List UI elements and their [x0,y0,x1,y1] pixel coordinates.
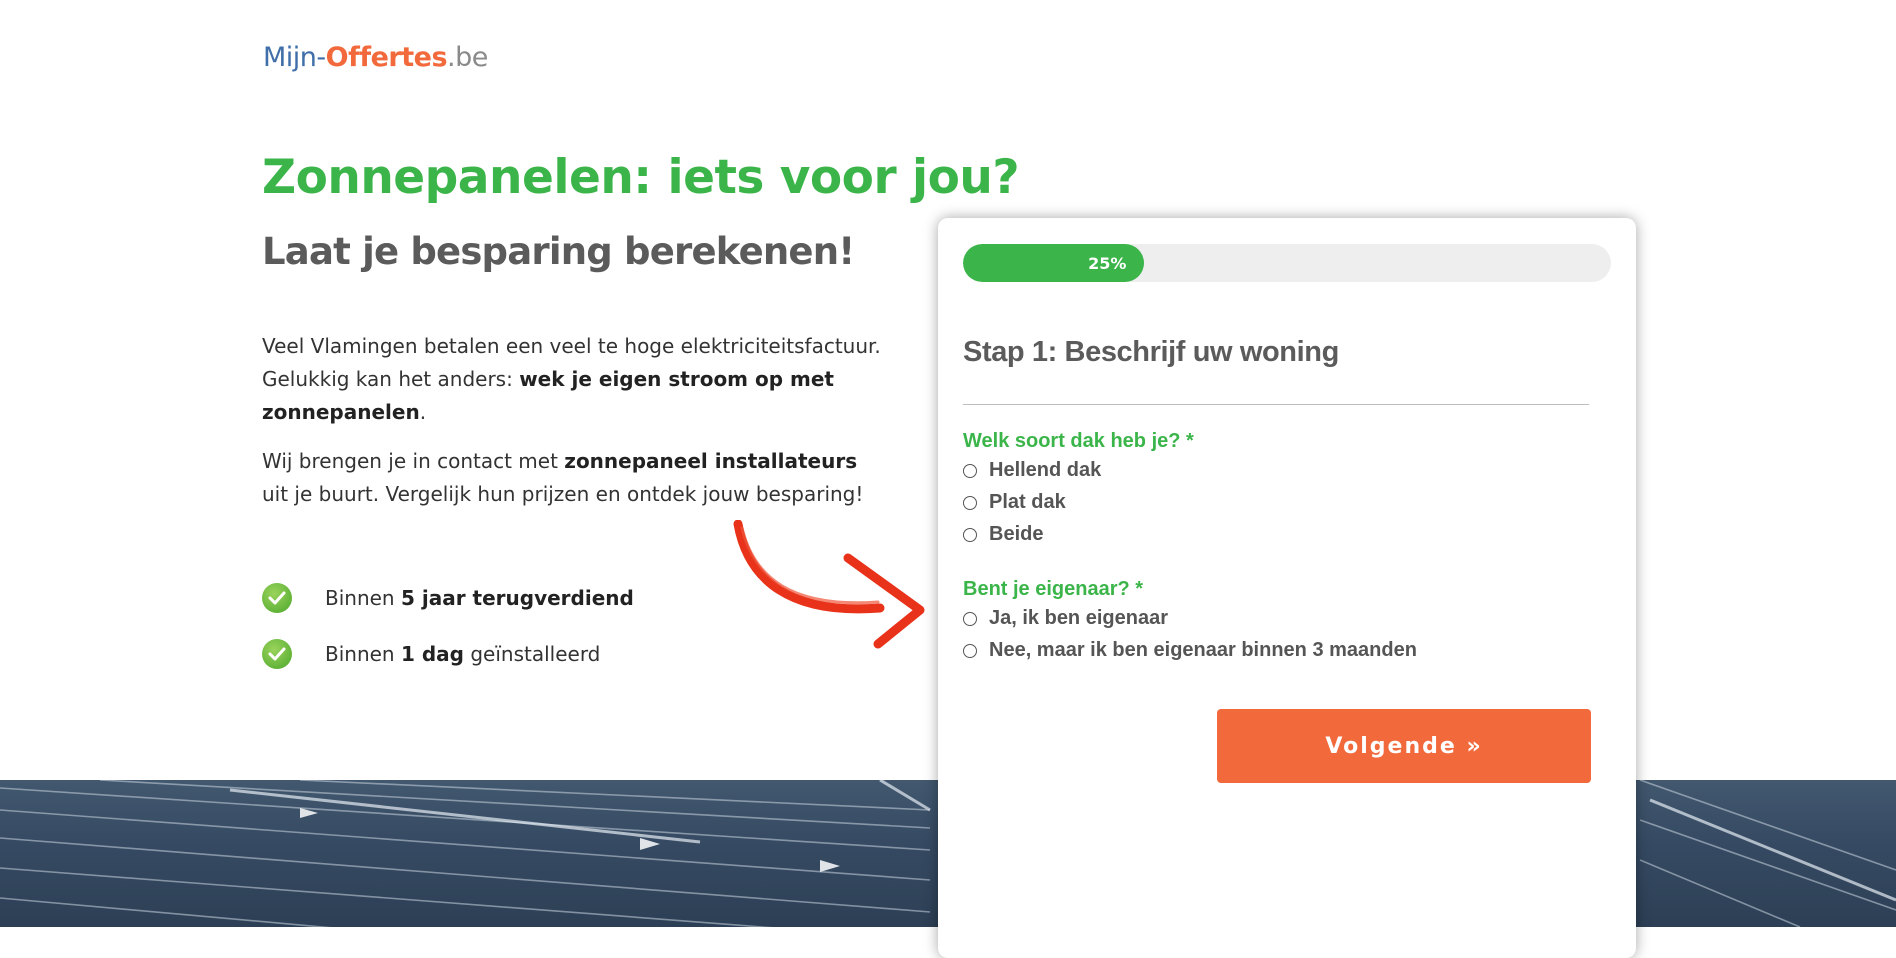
feature-text: Binnen 5 jaar terugverdiend [325,586,634,610]
intro-text: Veel Vlamingen betalen een veel te hoge … [262,330,882,527]
radio-option-beide[interactable]: Beide [963,523,1043,546]
feature-prefix: Binnen [325,586,401,610]
radio-option-eigenaar[interactable]: Ja, ik ben eigenaar [963,607,1168,630]
next-button-label: Volgende » [1325,733,1483,759]
logo-part-offertes: Offertes [325,42,448,73]
intro-p2-bold: zonnepaneel installateurs [564,449,858,473]
question-owner: Bent je eigenaar? * [963,578,1144,600]
feature-prefix: Binnen [325,642,401,666]
check-circle-icon [262,583,292,613]
radio-button[interactable] [963,495,977,510]
feature-text: Binnen 1 dag geïnstalleerd [325,642,600,666]
logo-part-be: .be [447,42,488,73]
step-title: Stap 1: Beschrijf uw woning [963,336,1339,368]
feature-item: Binnen 5 jaar terugverdiend [262,582,634,614]
progress-fill: 25% [963,244,1145,282]
intro-p2-text: Wij brengen je in contact met [262,449,565,473]
intro-p2-end: uit je buurt. Vergelijk hun prijzen en o… [262,482,864,506]
radio-option-hellend-dak[interactable]: Hellend dak [963,459,1101,482]
site-logo[interactable]: Mijn-Offertes.be [263,42,488,73]
radio-button[interactable] [963,527,977,542]
check-circle-icon [262,639,292,669]
radio-label: Nee, maar ik ben eigenaar binnen 3 maand… [989,639,1417,661]
feature-list: Binnen 5 jaar terugverdiend Binnen 1 dag… [262,582,634,694]
radio-option-eigenaar-binnen-3-maanden[interactable]: Nee, maar ik ben eigenaar binnen 3 maand… [963,639,1417,662]
page-subtitle: Laat je besparing berekenen! [262,230,855,273]
radio-label: Ja, ik ben eigenaar [989,607,1168,629]
progress-label: 25% [1088,253,1127,273]
next-button[interactable]: Volgende » [1217,709,1591,783]
page-title: Zonnepanelen: iets voor jou? [262,150,1020,205]
logo-part-mijn: Mijn- [263,42,326,73]
progress-bar: 25% [963,244,1611,282]
radio-button[interactable] [963,611,977,626]
intro-paragraph-1: Veel Vlamingen betalen een veel te hoge … [262,330,882,429]
curved-arrow-icon [733,520,925,649]
radio-option-plat-dak[interactable]: Plat dak [963,491,1066,514]
intro-paragraph-2: Wij brengen je in contact met zonnepanee… [262,445,882,511]
feature-bold: 5 jaar terugverdiend [400,586,634,610]
radio-button[interactable] [963,643,977,658]
feature-item: Binnen 1 dag geïnstalleerd [262,638,634,670]
intro-p1-end: . [419,400,427,424]
quote-form-card: 25% Stap 1: Beschrijf uw woning Welk soo… [938,218,1636,958]
radio-label: Beide [989,523,1044,545]
feature-suffix: geïnstalleerd [463,642,601,666]
radio-button[interactable] [963,463,977,478]
radio-label: Plat dak [989,491,1066,513]
feature-bold: 1 dag [400,642,464,666]
divider [963,404,1589,405]
radio-label: Hellend dak [989,459,1102,481]
question-roof-type: Welk soort dak heb je? * [963,430,1194,452]
